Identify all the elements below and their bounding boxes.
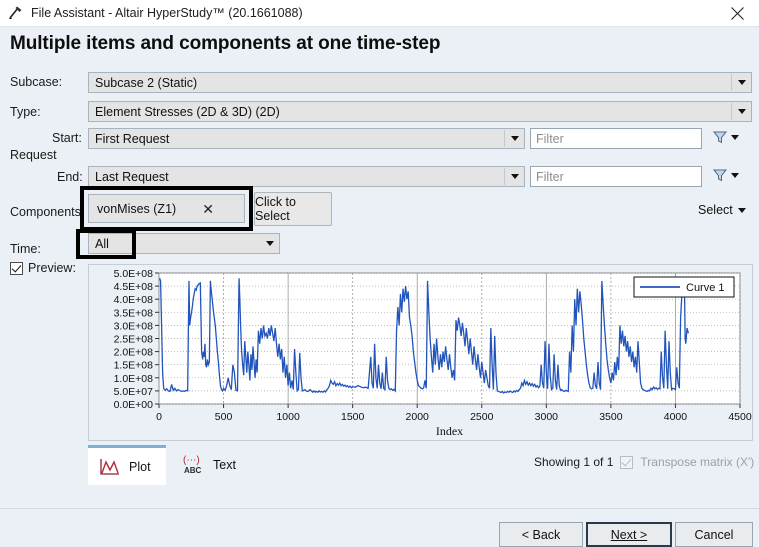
footer-divider bbox=[0, 508, 759, 509]
svg-text:ABC: ABC bbox=[184, 466, 202, 475]
subcase-combobox[interactable]: Subcase 2 (Static) bbox=[88, 72, 752, 93]
chevron-down-icon[interactable] bbox=[505, 167, 524, 186]
next-label: Next > bbox=[610, 527, 648, 542]
components-field[interactable]: vonMises (Z1) ✕ bbox=[88, 194, 245, 223]
showing-label: Showing 1 of 1 bbox=[534, 455, 614, 469]
chevron-down-icon[interactable] bbox=[505, 129, 524, 148]
chevron-down-icon bbox=[731, 172, 739, 178]
transpose-matrix-checkbox bbox=[620, 455, 634, 469]
window-title: File Assistant - Altair HyperStudy™ (20.… bbox=[31, 6, 303, 20]
svg-text:3000: 3000 bbox=[535, 411, 559, 423]
back-button[interactable]: < Back bbox=[499, 522, 583, 547]
svg-text:3.0E+08: 3.0E+08 bbox=[114, 320, 154, 332]
svg-text:4.0E+08: 4.0E+08 bbox=[114, 294, 154, 306]
svg-text:1000: 1000 bbox=[276, 411, 300, 423]
request-start-label: Start: bbox=[52, 131, 82, 145]
svg-text:2.0E+08: 2.0E+08 bbox=[114, 347, 154, 359]
close-icon[interactable]: ✕ bbox=[202, 202, 214, 216]
title-bar: File Assistant - Altair HyperStudy™ (20.… bbox=[0, 0, 759, 27]
next-button[interactable]: Next > bbox=[586, 522, 672, 547]
svg-text:3500: 3500 bbox=[599, 411, 623, 423]
click-to-select-button[interactable]: Click to Select bbox=[254, 192, 332, 226]
svg-text:1.0E+08: 1.0E+08 bbox=[114, 373, 154, 385]
transpose-matrix-label: Transpose matrix (X') bbox=[640, 455, 755, 469]
time-label: Time: bbox=[10, 242, 41, 256]
subcase-label: Subcase: bbox=[10, 75, 63, 89]
cancel-button[interactable]: Cancel bbox=[675, 522, 753, 547]
close-icon[interactable] bbox=[715, 0, 759, 27]
chevron-down-icon bbox=[731, 134, 739, 140]
svg-text:5.0E+07: 5.0E+07 bbox=[114, 386, 154, 398]
chevron-down-icon bbox=[737, 207, 746, 213]
request-group-label: Request bbox=[10, 148, 57, 162]
chevron-down-icon[interactable] bbox=[260, 234, 279, 253]
request-end-filter-menu[interactable] bbox=[712, 167, 739, 183]
chart-svg: 0.0E+005.0E+071.0E+081.5E+082.0E+082.5E+… bbox=[89, 265, 752, 440]
tab-plot[interactable]: Plot bbox=[88, 445, 166, 485]
file-assistant-dialog: File Assistant - Altair HyperStudy™ (20.… bbox=[0, 0, 759, 547]
svg-text:4.5E+08: 4.5E+08 bbox=[114, 281, 154, 293]
svg-text:(⋯): (⋯) bbox=[183, 455, 200, 466]
cancel-label: Cancel bbox=[694, 527, 734, 542]
component-chip-label: vonMises (Z1) bbox=[97, 201, 177, 216]
svg-text:4000: 4000 bbox=[664, 411, 688, 423]
back-label: < Back bbox=[521, 527, 561, 542]
checkmark-icon bbox=[10, 261, 23, 275]
svg-text:2500: 2500 bbox=[470, 411, 494, 423]
select-dropdown-label: Select bbox=[698, 203, 733, 217]
svg-text:1.5E+08: 1.5E+08 bbox=[114, 360, 154, 372]
select-dropdown[interactable]: Select bbox=[698, 203, 746, 217]
hyperstudy-icon bbox=[7, 4, 25, 22]
request-end-combobox[interactable]: Last Request bbox=[88, 166, 525, 187]
svg-text:2.5E+08: 2.5E+08 bbox=[114, 334, 154, 346]
svg-text:0.0E+00: 0.0E+00 bbox=[114, 399, 154, 411]
request-end-value: Last Request bbox=[95, 169, 169, 184]
subcase-value: Subcase 2 (Static) bbox=[95, 75, 198, 90]
combo-separator bbox=[504, 130, 505, 147]
request-end-filter-input[interactable]: Filter bbox=[530, 166, 702, 187]
request-start-value: First Request bbox=[95, 131, 170, 146]
request-end-label: End: bbox=[57, 170, 83, 184]
svg-text:Curve 1: Curve 1 bbox=[686, 282, 725, 294]
page-title: Multiple items and components at one tim… bbox=[10, 33, 441, 54]
tab-text[interactable]: (⋯) ABC Text bbox=[172, 445, 250, 485]
tab-plot-label: Plot bbox=[129, 459, 151, 474]
type-label: Type: bbox=[10, 105, 41, 119]
chart-status: Showing 1 of 1 Transpose matrix (X') bbox=[534, 455, 754, 469]
funnel-icon bbox=[712, 169, 728, 182]
preview-chart: 0.0E+00 5.0E+07 1.0E+08 1.5E+08 2.0E+08 2.5E+… bbox=[88, 264, 753, 441]
svg-text:3.5E+08: 3.5E+08 bbox=[114, 307, 154, 319]
request-start-filter-menu[interactable] bbox=[712, 129, 739, 145]
type-value: Element Stresses (2D & 3D) (2D) bbox=[95, 104, 280, 119]
svg-text:500: 500 bbox=[215, 411, 233, 423]
time-combobox[interactable]: All bbox=[88, 233, 280, 254]
svg-text:2000: 2000 bbox=[406, 411, 430, 423]
request-start-combobox[interactable]: First Request bbox=[88, 128, 525, 149]
funnel-icon bbox=[712, 131, 728, 144]
preview-label: Preview: bbox=[28, 261, 76, 275]
combo-separator bbox=[731, 103, 732, 120]
svg-text:5.0E+08: 5.0E+08 bbox=[114, 268, 154, 280]
plot-curve-icon bbox=[98, 455, 122, 479]
chevron-down-icon[interactable] bbox=[732, 102, 751, 121]
request-start-filter-input[interactable]: Filter bbox=[530, 128, 702, 149]
combo-separator bbox=[504, 168, 505, 185]
svg-text:4500: 4500 bbox=[728, 411, 752, 423]
preview-checkbox[interactable]: Preview: bbox=[10, 261, 76, 275]
chevron-down-icon[interactable] bbox=[732, 73, 751, 92]
svg-text:Index: Index bbox=[436, 424, 463, 438]
svg-text:1500: 1500 bbox=[341, 411, 365, 423]
tab-text-label: Text bbox=[213, 458, 236, 472]
combo-separator bbox=[731, 74, 732, 91]
type-combobox[interactable]: Element Stresses (2D & 3D) (2D) bbox=[88, 101, 752, 122]
svg-text:0: 0 bbox=[156, 411, 162, 423]
text-abc-icon: (⋯) ABC bbox=[182, 453, 206, 477]
components-label: Components: bbox=[10, 205, 85, 219]
click-to-select-label: Click to Select bbox=[255, 195, 296, 223]
time-value: All bbox=[95, 236, 109, 251]
